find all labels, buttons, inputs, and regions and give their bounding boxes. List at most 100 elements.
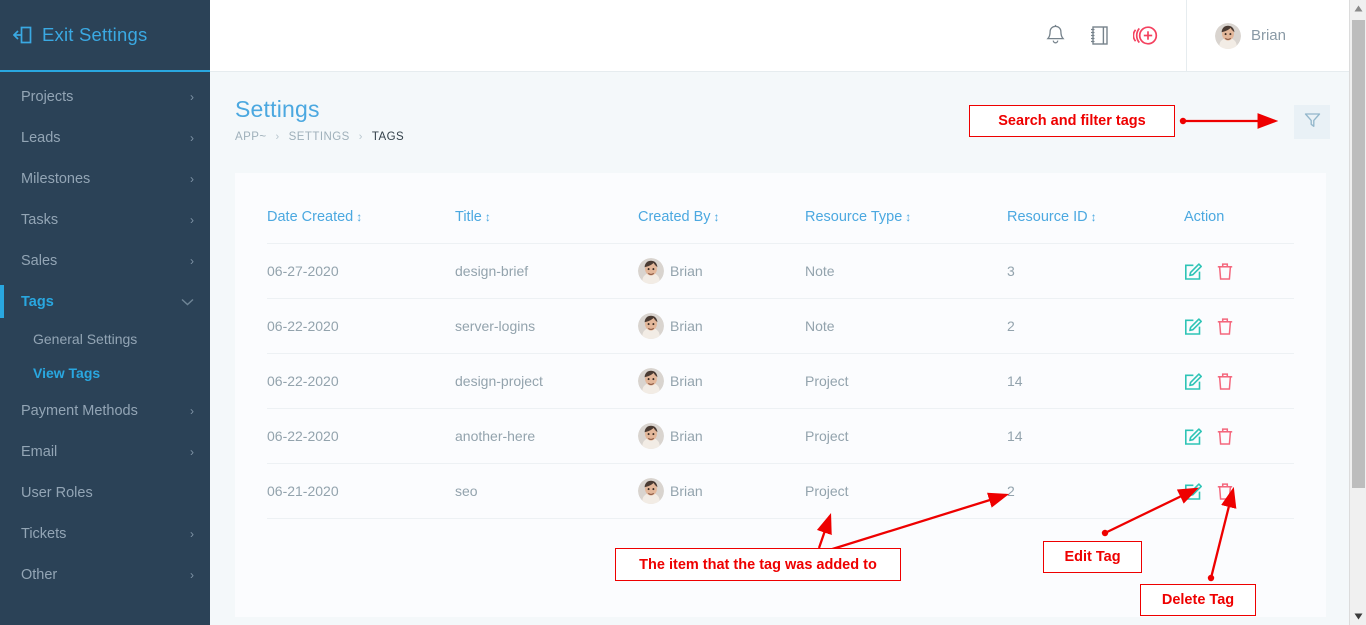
cell-action: [1184, 464, 1294, 519]
column-label: Date Created: [267, 209, 353, 225]
sidebar-item-tickets[interactable]: Tickets ›: [0, 513, 210, 554]
column-label: Resource Type: [805, 209, 902, 225]
table-body: 06-27-2020design-briefBrianNote306-22-20…: [267, 244, 1294, 519]
exit-settings-button[interactable]: Exit Settings: [0, 0, 210, 72]
column-label: Resource ID: [1007, 209, 1088, 225]
cell-resource-id: 14: [1007, 354, 1184, 409]
column-header-title[interactable]: Title↕: [455, 173, 638, 244]
breadcrumb-separator-icon: ›: [276, 131, 280, 143]
sidebar-item-view-tags[interactable]: View Tags: [0, 356, 210, 390]
cell-resource-type: Note: [805, 244, 1007, 299]
annotation-text: Search and filter tags: [998, 113, 1145, 129]
cell-title: design-project: [455, 354, 638, 409]
breadcrumb-item-tags: TAGS: [372, 131, 404, 143]
avatar: [638, 368, 664, 394]
sidebar-item-label: Other: [21, 567, 57, 583]
cell-action: [1184, 354, 1294, 409]
edit-icon[interactable]: [1184, 426, 1204, 446]
sidebar-item-other[interactable]: Other ›: [0, 554, 210, 595]
cell-date-created: 06-27-2020: [267, 244, 455, 299]
chevron-right-icon: ›: [190, 528, 194, 540]
avatar: [638, 423, 664, 449]
delete-icon[interactable]: [1215, 316, 1235, 336]
sidebar-item-milestones[interactable]: Milestones ›: [0, 158, 210, 199]
scroll-up-icon[interactable]: [1350, 0, 1366, 17]
annotation-text: The item that the tag was added to: [639, 557, 877, 573]
breadcrumb-item-settings[interactable]: SETTINGS: [289, 131, 350, 143]
sidebar-item-tasks[interactable]: Tasks ›: [0, 199, 210, 240]
cell-date-created: 06-22-2020: [267, 409, 455, 464]
cell-title: design-brief: [455, 244, 638, 299]
table-row[interactable]: 06-21-2020seoBrianProject2: [267, 464, 1294, 519]
chevron-right-icon: ›: [190, 132, 194, 144]
sidebar-item-leads[interactable]: Leads ›: [0, 117, 210, 158]
sort-icon: ↕: [485, 210, 491, 224]
cell-title: seo: [455, 464, 638, 519]
delete-icon[interactable]: [1215, 426, 1235, 446]
sidebar-item-email[interactable]: Email ›: [0, 431, 210, 472]
sidebar-item-label: Payment Methods: [21, 403, 138, 419]
chevron-down-icon: [181, 296, 194, 308]
column-header-date-created[interactable]: Date Created↕: [267, 173, 455, 244]
sidebar-item-label: Tags: [21, 294, 54, 310]
add-circle-icon[interactable]: [1133, 23, 1160, 48]
cell-resource-id: 2: [1007, 299, 1184, 354]
table-row[interactable]: 06-22-2020design-projectBrianProject14: [267, 354, 1294, 409]
chevron-right-icon: ›: [190, 173, 194, 185]
tags-table: Date Created↕ Title↕ Created By↕ Resourc…: [267, 173, 1294, 519]
table-row[interactable]: 06-22-2020another-hereBrianProject14: [267, 409, 1294, 464]
cell-created-by: Brian: [638, 464, 805, 519]
topbar-icon-group: [1045, 0, 1186, 72]
breadcrumb-separator-icon: ›: [359, 131, 363, 143]
edit-icon[interactable]: [1184, 481, 1204, 501]
cell-resource-type: Project: [805, 409, 1007, 464]
delete-icon[interactable]: [1215, 261, 1235, 281]
cell-date-created: 06-22-2020: [267, 299, 455, 354]
annotation-text: Delete Tag: [1162, 592, 1234, 608]
delete-icon[interactable]: [1215, 481, 1235, 501]
column-header-created-by[interactable]: Created By↕: [638, 173, 805, 244]
sidebar-item-label: Projects: [21, 89, 73, 105]
delete-icon[interactable]: [1215, 371, 1235, 391]
sidebar-item-label: Email: [21, 444, 57, 460]
table-header-row: Date Created↕ Title↕ Created By↕ Resourc…: [267, 173, 1294, 244]
cell-date-created: 06-22-2020: [267, 354, 455, 409]
user-menu[interactable]: Brian: [1187, 23, 1352, 49]
cell-title: another-here: [455, 409, 638, 464]
sort-icon: ↕: [356, 210, 362, 224]
cell-created-by: Brian: [638, 354, 805, 409]
notebook-icon[interactable]: [1089, 24, 1110, 47]
app-root: Exit Settings Projects › Leads › Milesto…: [0, 0, 1366, 625]
chevron-right-icon: ›: [190, 405, 194, 417]
column-header-resource-id[interactable]: Resource ID↕: [1007, 173, 1184, 244]
sidebar-item-payment-methods[interactable]: Payment Methods ›: [0, 390, 210, 431]
scrollbar-thumb[interactable]: [1352, 20, 1365, 488]
cell-date-created: 06-21-2020: [267, 464, 455, 519]
sidebar-item-general-settings[interactable]: General Settings: [0, 322, 210, 356]
column-header-resource-type[interactable]: Resource Type↕: [805, 173, 1007, 244]
sidebar-item-sales[interactable]: Sales ›: [0, 240, 210, 281]
cell-created-by: Brian: [638, 409, 805, 464]
edit-icon[interactable]: [1184, 261, 1204, 281]
breadcrumb-item-app[interactable]: APP~: [235, 131, 267, 143]
filter-button[interactable]: [1294, 105, 1330, 139]
cell-resource-id: 14: [1007, 409, 1184, 464]
scroll-down-icon[interactable]: [1350, 608, 1366, 625]
creator-name: Brian: [670, 263, 703, 279]
cell-action: [1184, 299, 1294, 354]
page-scrollbar[interactable]: [1349, 0, 1366, 625]
cell-resource-id: 3: [1007, 244, 1184, 299]
sidebar-item-projects[interactable]: Projects ›: [0, 76, 210, 117]
sidebar-item-user-roles[interactable]: User Roles: [0, 472, 210, 513]
chevron-right-icon: ›: [190, 214, 194, 226]
bell-icon[interactable]: [1045, 24, 1066, 47]
annotation-item-added-to: The item that the tag was added to: [615, 548, 901, 581]
table-row[interactable]: 06-22-2020server-loginsBrianNote2: [267, 299, 1294, 354]
edit-icon[interactable]: [1184, 371, 1204, 391]
user-name: Brian: [1251, 27, 1286, 44]
sidebar-item-tags[interactable]: Tags: [0, 281, 210, 322]
sidebar-nav: Projects › Leads › Milestones › Tasks › …: [0, 72, 210, 595]
table-row[interactable]: 06-27-2020design-brief Brian Note3: [267, 244, 1294, 299]
sidebar-item-label: Tickets: [21, 526, 66, 542]
edit-icon[interactable]: [1184, 316, 1204, 336]
